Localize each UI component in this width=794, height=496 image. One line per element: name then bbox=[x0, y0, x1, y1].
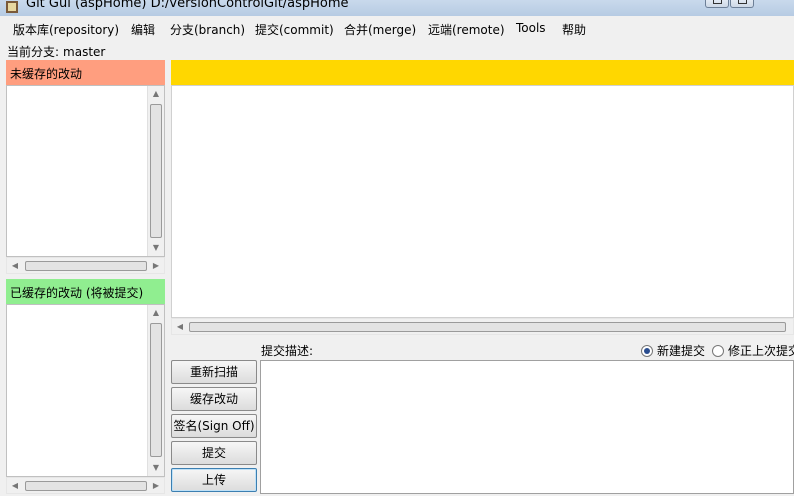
current-branch: 当前分支: master bbox=[7, 43, 109, 60]
diff-viewer[interactable] bbox=[171, 85, 794, 318]
scroll-left-arrow[interactable]: ◀ bbox=[7, 478, 23, 493]
staged-header: 已缓存的改动 (将被提交) bbox=[6, 279, 165, 304]
menu-commit[interactable]: 提交(commit) bbox=[255, 21, 334, 38]
unstaged-vscroll[interactable]: ▲ ▼ bbox=[147, 86, 164, 256]
diff-hscroll[interactable]: ◀ bbox=[171, 318, 794, 335]
menu-bar: 版本库(repository) 编辑 分支(branch) 提交(commit)… bbox=[0, 16, 794, 40]
stage-changed-button[interactable]: 缓存改动 bbox=[171, 387, 257, 411]
rescan-button[interactable]: 重新扫描 bbox=[171, 360, 257, 384]
scroll-right-arrow[interactable]: ▶ bbox=[148, 258, 164, 273]
commit-button[interactable]: 提交 bbox=[171, 441, 257, 465]
commit-message-label: 提交描述: bbox=[261, 344, 314, 358]
amend-commit-option[interactable]: 修正上次提交 bbox=[712, 342, 794, 359]
scroll-thumb[interactable] bbox=[150, 104, 162, 238]
scroll-down-arrow[interactable]: ▼ bbox=[148, 460, 164, 476]
staged-vscroll[interactable]: ▲ ▼ bbox=[147, 305, 164, 476]
radio-icon[interactable] bbox=[712, 345, 724, 357]
branch-name: master bbox=[63, 45, 106, 59]
amend-commit-label: 修正上次提交 bbox=[728, 344, 794, 358]
menu-edit[interactable]: 编辑 bbox=[131, 21, 155, 38]
title-bar: Git Gui (aspHome) D:/versionControlGit/a… bbox=[0, 0, 794, 16]
scroll-thumb[interactable] bbox=[189, 322, 786, 332]
commit-message-input[interactable] bbox=[260, 360, 794, 494]
sign-off-button[interactable]: 签名(Sign Off) bbox=[171, 414, 257, 438]
unstaged-list[interactable]: ▲ ▼ bbox=[6, 85, 165, 257]
scroll-thumb[interactable] bbox=[25, 481, 147, 491]
unstaged-header: 未缓存的改动 bbox=[6, 60, 165, 85]
unstaged-hscroll[interactable]: ◀ ▶ bbox=[6, 257, 165, 274]
maximize-icon bbox=[738, 0, 747, 4]
branch-label: 当前分支: bbox=[7, 45, 60, 59]
menu-repository[interactable]: 版本库(repository) bbox=[13, 21, 119, 38]
new-commit-option[interactable]: 新建提交 bbox=[641, 342, 705, 359]
scroll-up-arrow[interactable]: ▲ bbox=[148, 305, 164, 321]
scroll-thumb[interactable] bbox=[150, 323, 162, 457]
menu-remote[interactable]: 远端(remote) bbox=[428, 21, 505, 38]
push-button[interactable]: 上传 bbox=[171, 468, 257, 492]
minimize-button[interactable] bbox=[705, 0, 729, 8]
window-title: Git Gui (aspHome) D:/versionControlGit/a… bbox=[26, 0, 349, 11]
menu-tools[interactable]: Tools bbox=[516, 21, 546, 35]
staged-list[interactable]: ▲ ▼ bbox=[6, 304, 165, 477]
scroll-down-arrow[interactable]: ▼ bbox=[148, 240, 164, 256]
scroll-left-arrow[interactable]: ◀ bbox=[7, 258, 23, 273]
minimize-icon bbox=[713, 0, 722, 4]
menu-branch[interactable]: 分支(branch) bbox=[170, 21, 245, 38]
scroll-up-arrow[interactable]: ▲ bbox=[148, 86, 164, 102]
maximize-button[interactable] bbox=[730, 0, 754, 8]
scroll-thumb[interactable] bbox=[25, 261, 147, 271]
scroll-left-arrow[interactable]: ◀ bbox=[172, 319, 188, 334]
scroll-right-arrow[interactable]: ▶ bbox=[148, 478, 164, 493]
staged-hscroll[interactable]: ◀ ▶ bbox=[6, 477, 165, 494]
diff-header bbox=[171, 60, 794, 85]
menu-help[interactable]: 帮助 bbox=[562, 21, 586, 38]
radio-icon[interactable] bbox=[641, 345, 653, 357]
menu-merge[interactable]: 合并(merge) bbox=[344, 21, 416, 38]
new-commit-label: 新建提交 bbox=[657, 344, 706, 358]
git-app-icon bbox=[6, 1, 18, 13]
